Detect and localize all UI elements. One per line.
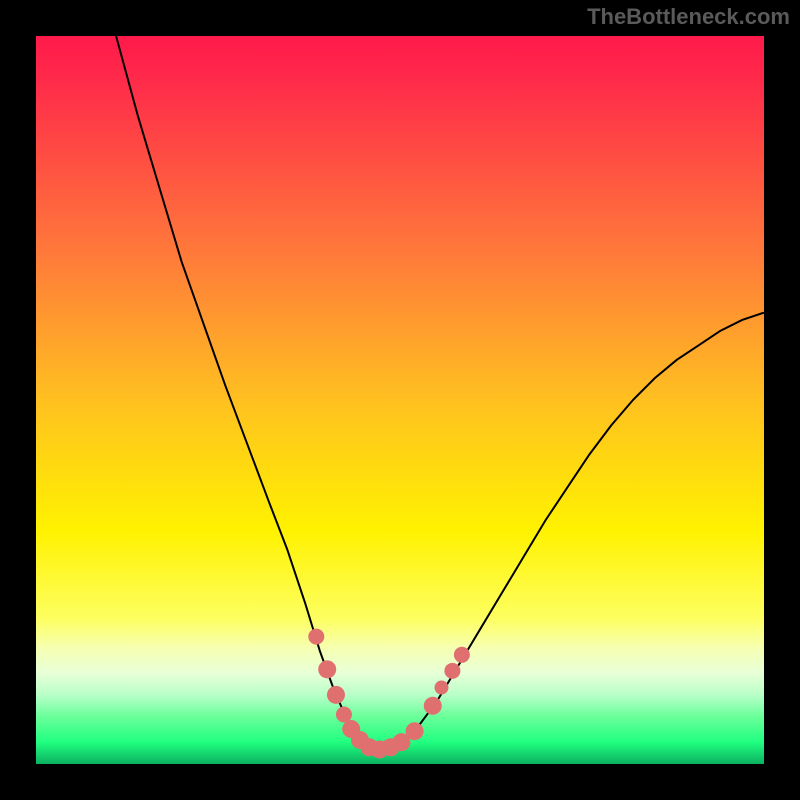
highlight-dot (454, 647, 470, 663)
highlight-dot (308, 629, 324, 645)
highlight-dot (444, 663, 460, 679)
chart-frame: TheBottleneck.com (0, 0, 800, 800)
highlight-dot (318, 660, 336, 678)
highlight-dot (327, 686, 345, 704)
highlight-dot (435, 681, 449, 695)
chart-background (36, 36, 764, 764)
highlight-dot (406, 722, 424, 740)
chart-svg (36, 36, 764, 764)
watermark-text: TheBottleneck.com (587, 4, 790, 30)
highlight-dot (424, 697, 442, 715)
highlight-dot (336, 707, 352, 723)
